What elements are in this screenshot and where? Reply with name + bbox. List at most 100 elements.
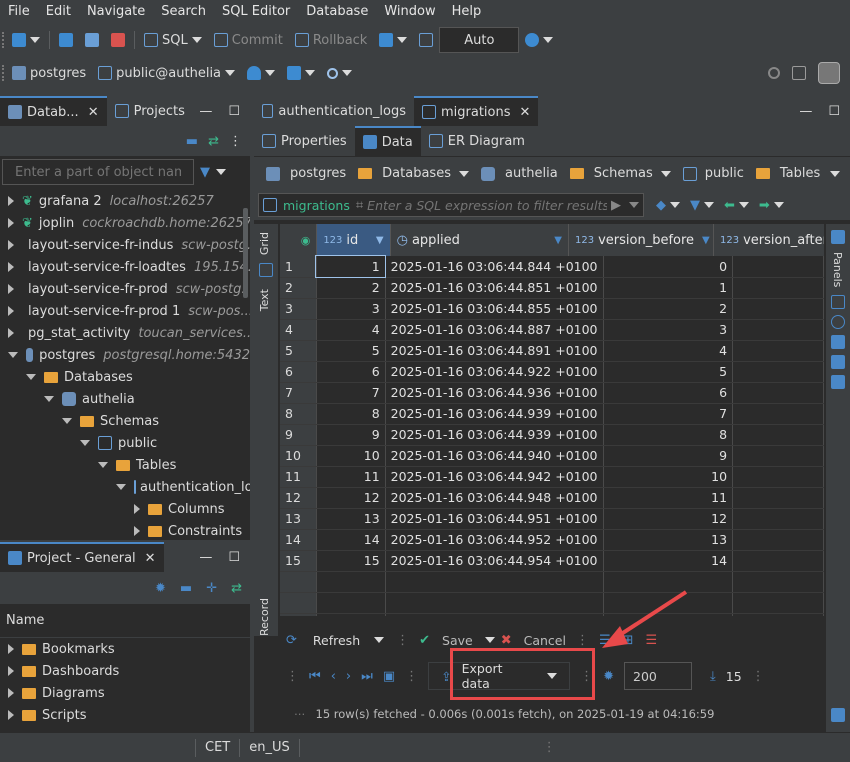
table-row[interactable]: 5 5 2025-01-16 03:06:44.891 +0100 4 [280, 340, 824, 362]
collapse-icon[interactable] [62, 418, 72, 424]
menu-sql-editor[interactable]: SQL Editor [214, 0, 298, 24]
tab-projects[interactable]: Projects [107, 96, 193, 126]
tab-project-general[interactable]: Project - General ✕ [0, 542, 164, 572]
text-view-toggle[interactable]: Text [254, 281, 275, 319]
table-row[interactable]: 9 9 2025-01-16 03:06:44.939 +0100 8 [280, 424, 824, 446]
menu-file[interactable]: File [0, 0, 38, 24]
tree-node[interactable]: layout-service-fr-loadtes 195.154.... [0, 256, 264, 278]
expand-icon[interactable] [8, 644, 14, 654]
collapse-icon[interactable] [98, 462, 108, 468]
chevron-down-icon[interactable] [484, 637, 495, 643]
expand-icon[interactable] [134, 504, 140, 514]
close-icon[interactable]: ✕ [88, 105, 99, 120]
cell-version-after[interactable] [732, 466, 824, 488]
rollback-button[interactable]: Rollback [289, 33, 374, 48]
cell-id[interactable]: 8 [316, 403, 386, 425]
table-row[interactable]: 12 12 2025-01-16 03:06:44.948 +0100 11 [280, 487, 824, 509]
cell-id[interactable]: 12 [316, 487, 386, 509]
sql-editor-button[interactable]: SQL [138, 33, 208, 48]
filter-history-dropdown[interactable] [629, 202, 639, 208]
last-page-icon[interactable]: ⏭ [361, 669, 373, 684]
table-row[interactable]: 8 8 2025-01-16 03:06:44.939 +0100 7 [280, 403, 824, 425]
cell-applied[interactable]: 2025-01-16 03:06:44.948 +0100 [385, 487, 604, 509]
cell-version-before[interactable]: 12 [603, 508, 734, 530]
filter-icon[interactable]: ▼ [690, 198, 700, 213]
cell-id[interactable]: 4 [316, 319, 386, 341]
tree-node[interactable]: ❦ grafana 2 localhost:26257 [0, 190, 250, 212]
maximize-icon[interactable]: ☐ [828, 104, 840, 119]
cell-version-before[interactable]: 14 [603, 550, 734, 572]
cell-applied[interactable]: 2025-01-16 03:06:44.939 +0100 [385, 403, 604, 425]
minimize-icon[interactable]: — [799, 104, 812, 119]
select-all-cell[interactable]: ◉ [280, 224, 318, 256]
row-count-icon[interactable]: ⤓ [710, 669, 716, 684]
menu-navigate[interactable]: Navigate [79, 0, 153, 24]
chevron-down-icon[interactable] [216, 169, 226, 175]
cell-version-after[interactable] [732, 424, 824, 446]
expand-icon[interactable] [8, 688, 14, 698]
refresh-icon[interactable]: ⟳ [286, 633, 297, 648]
expand-icon[interactable] [8, 218, 14, 228]
first-page-icon[interactable]: ⏮ [309, 669, 321, 684]
active-connection-selector[interactable]: postgres [6, 66, 92, 81]
column-header-version-after[interactable]: 123 version_after [714, 224, 824, 256]
cell-version-before[interactable]: 4 [603, 340, 734, 362]
table-row[interactable]: 15 15 2025-01-16 03:06:44.954 +0100 14 [280, 550, 824, 572]
tools-button[interactable] [281, 66, 321, 80]
tree-node[interactable]: public [0, 432, 250, 454]
expand-all-icon[interactable]: ✛ [206, 581, 217, 596]
cell-applied[interactable]: 2025-01-16 03:06:44.942 +0100 [385, 466, 604, 488]
cell-version-after[interactable] [732, 340, 824, 362]
column-header-id[interactable]: 123 id ▼ [317, 224, 391, 256]
collapse-icon[interactable] [80, 440, 90, 446]
chevron-down-icon[interactable] [374, 637, 385, 643]
tab-database-navigator[interactable]: Datab... ✕ [0, 96, 107, 126]
user-avatar-button[interactable] [812, 62, 846, 84]
maximize-icon[interactable]: ☐ [228, 104, 240, 119]
cell-applied[interactable]: 2025-01-16 03:06:44.951 +0100 [385, 508, 604, 530]
commit-button[interactable]: Commit [208, 33, 289, 48]
cell-version-after[interactable] [732, 529, 824, 551]
link-editor-icon[interactable]: ⇄ [208, 134, 219, 149]
menu-database[interactable]: Database [298, 0, 376, 24]
column-header-applied[interactable]: ◷ applied ▼ [390, 224, 569, 256]
metadata-icon[interactable] [831, 335, 845, 350]
tree-node[interactable]: Diagrams [0, 682, 250, 704]
link-editor-icon[interactable]: ⇄ [231, 581, 242, 596]
table-row[interactable]: 1 1 2025-01-16 03:06:44.844 +0100 0 [280, 255, 824, 278]
table-row[interactable]: 13 13 2025-01-16 03:06:44.951 +0100 12 [280, 508, 824, 530]
tab-authentication-logs[interactable]: authentication_logs [254, 96, 414, 126]
tree-node[interactable]: Constraints [0, 520, 250, 542]
connect-button[interactable] [53, 33, 79, 47]
value-viewer-icon[interactable] [831, 295, 845, 310]
cell-version-before[interactable]: 5 [603, 361, 734, 383]
tree-node[interactable]: Scripts [0, 704, 250, 726]
aggregate-icon[interactable] [831, 315, 845, 330]
tree-node[interactable]: authentication_log [0, 476, 261, 498]
cell-version-before[interactable]: 11 [603, 487, 734, 509]
cell-version-before[interactable]: 6 [603, 382, 734, 404]
active-schema-selector[interactable]: public@authelia [92, 66, 241, 81]
navigator-scrollbar[interactable] [243, 208, 248, 298]
expand-icon[interactable] [8, 240, 14, 250]
cell-id[interactable]: 6 [316, 361, 386, 383]
cell-applied[interactable]: 2025-01-16 03:06:44.939 +0100 [385, 424, 604, 446]
minimize-icon[interactable]: — [199, 550, 212, 565]
cell-applied[interactable]: 2025-01-16 03:06:44.887 +0100 [385, 319, 604, 341]
table-row[interactable]: 14 14 2025-01-16 03:06:44.952 +0100 13 [280, 529, 824, 551]
navigator-filter-input[interactable] [2, 159, 194, 185]
tree-node[interactable]: layout-service-fr-prod 1 scw-pos... [0, 300, 253, 322]
cell-version-before[interactable]: 8 [603, 424, 734, 446]
cell-version-before[interactable]: 0 [603, 256, 734, 278]
cell-version-after[interactable] [732, 298, 824, 320]
cell-applied[interactable]: 2025-01-16 03:06:44.844 +0100 [385, 256, 604, 278]
table-row[interactable]: 10 10 2025-01-16 03:06:44.940 +0100 9 [280, 445, 824, 467]
cell-version-before[interactable]: 1 [603, 277, 734, 299]
minimize-icon[interactable]: — [199, 104, 212, 119]
table-row[interactable]: 4 4 2025-01-16 03:06:44.887 +0100 3 [280, 319, 824, 341]
table-row[interactable]: 6 6 2025-01-16 03:06:44.922 +0100 5 [280, 361, 824, 383]
table-row[interactable]: 2 2 2025-01-16 03:06:44.851 +0100 1 [280, 277, 824, 299]
previous-page-icon[interactable]: ‹ [331, 669, 336, 684]
sort-icon[interactable]: ▼ [702, 235, 710, 246]
cell-version-before[interactable]: 2 [603, 298, 734, 320]
